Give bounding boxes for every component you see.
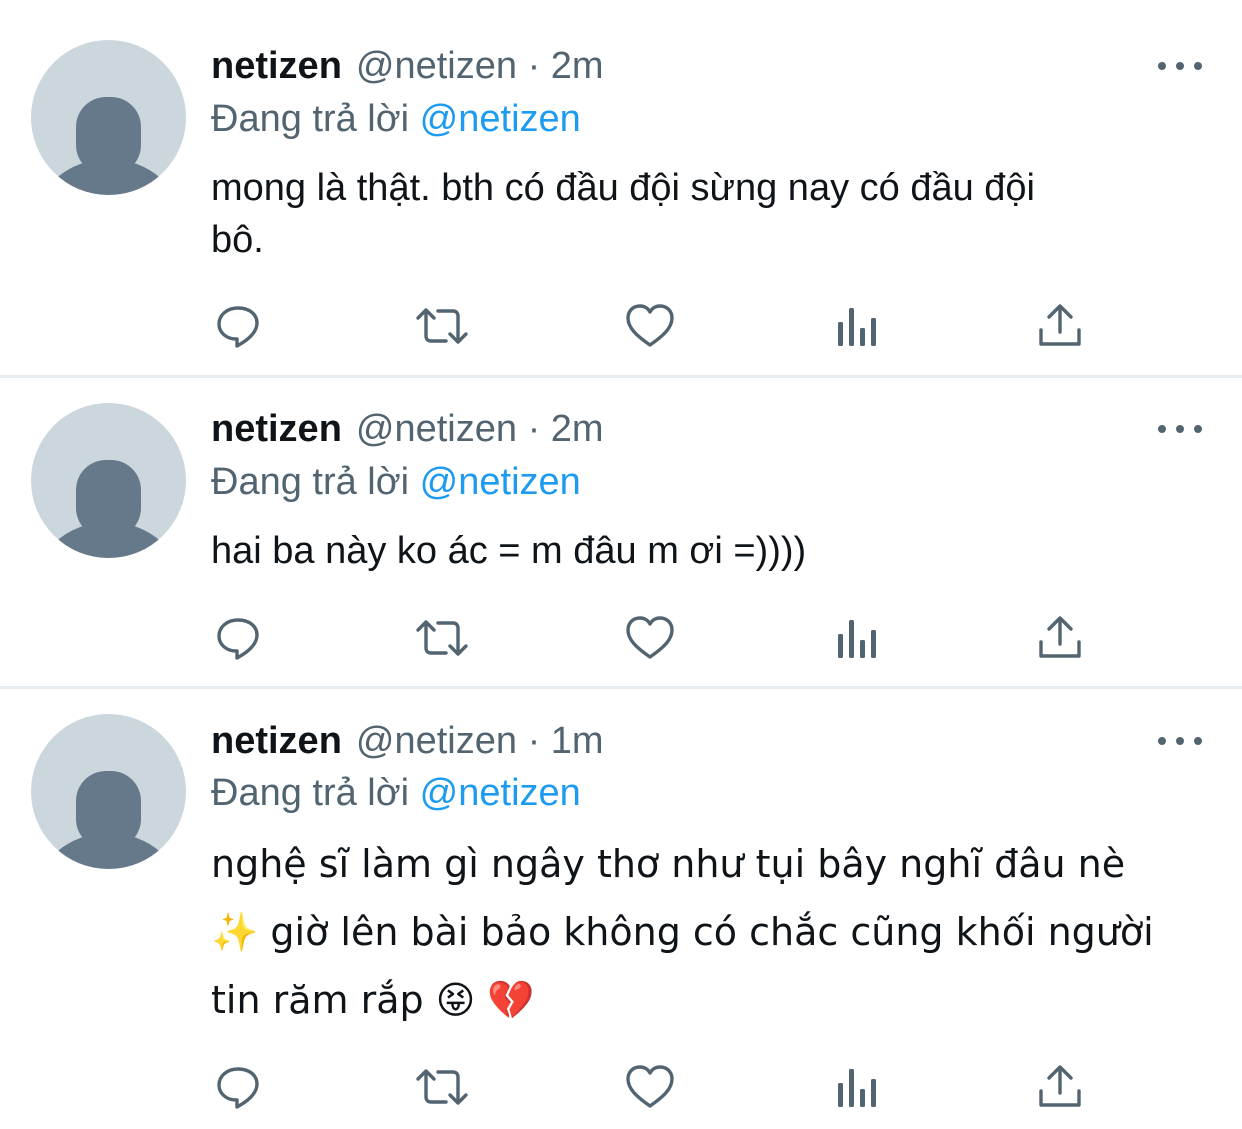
tweet-actions [0, 296, 1242, 356]
avatar[interactable] [31, 403, 186, 558]
reply-icon [217, 306, 259, 348]
more-horizontal-icon [1158, 737, 1166, 745]
heart-icon [626, 304, 674, 347]
tweet[interactable]: netizen @netizen · 1m Đang trả lời @netiz… [0, 689, 1242, 1129]
reply-prefix: Đang trả lời [211, 461, 410, 503]
reply-prefix: Đang trả lời [211, 98, 410, 140]
more-dot [1176, 62, 1184, 70]
more-dot [1176, 737, 1184, 745]
more-options-button[interactable] [1158, 56, 1202, 76]
like-button[interactable] [620, 608, 680, 668]
handle-and-time[interactable]: @netizen · 1m [356, 720, 604, 762]
tweet-header: netizen @netizen · 2m [211, 42, 604, 90]
views-button[interactable] [826, 296, 886, 356]
handle-and-time[interactable]: @netizen · 2m [356, 45, 604, 87]
more-options-button[interactable] [1158, 419, 1202, 439]
tweet[interactable]: netizen @netizen · 2m Đang trả lời @netiz… [0, 378, 1242, 686]
share-icon [1039, 616, 1081, 658]
reply-prefix: Đang trả lời [211, 772, 410, 814]
share-button[interactable] [1030, 608, 1090, 668]
tweet-actions [0, 1057, 1242, 1117]
reply-icon [217, 1067, 259, 1109]
tweet-header: netizen @netizen · 2m [211, 405, 604, 453]
tweet-actions [0, 608, 1242, 668]
avatar[interactable] [31, 714, 186, 869]
retweet-icon [416, 1069, 468, 1105]
reply-handle-link[interactable]: @netizen [420, 461, 581, 503]
analytics-icon [838, 1069, 876, 1107]
display-name[interactable]: netizen [211, 45, 342, 87]
share-icon [1039, 1065, 1081, 1107]
more-horizontal-icon [1158, 62, 1166, 70]
more-dot [1176, 425, 1184, 433]
views-button[interactable] [826, 608, 886, 668]
like-button[interactable] [620, 1057, 680, 1117]
retweet-icon [416, 308, 468, 344]
more-dot [1194, 425, 1202, 433]
retweet-icon [416, 620, 468, 656]
heart-icon [626, 616, 674, 659]
tweet-header: netizen @netizen · 1m [211, 717, 604, 765]
retweet-button[interactable] [412, 1057, 472, 1117]
more-dot [1194, 737, 1202, 745]
analytics-icon [838, 620, 876, 658]
reply-handle-link[interactable]: @netizen [420, 772, 581, 814]
retweet-button[interactable] [412, 296, 472, 356]
reply-context: Đang trả lời @netizen [211, 769, 581, 817]
default-avatar-icon [42, 97, 175, 195]
handle-and-time[interactable]: @netizen · 2m [356, 408, 604, 450]
more-dot [1194, 62, 1202, 70]
reply-button[interactable] [208, 608, 268, 668]
reply-icon [217, 618, 259, 660]
like-button[interactable] [620, 296, 680, 356]
avatar[interactable] [31, 40, 186, 195]
reply-handle-link[interactable]: @netizen [420, 98, 581, 140]
share-button[interactable] [1030, 1057, 1090, 1117]
heart-icon [626, 1065, 674, 1108]
display-name[interactable]: netizen [211, 408, 342, 450]
views-button[interactable] [826, 1057, 886, 1117]
reply-button[interactable] [208, 1057, 268, 1117]
analytics-icon [838, 308, 876, 346]
retweet-button[interactable] [412, 608, 472, 668]
reply-button[interactable] [208, 296, 268, 356]
display-name[interactable]: netizen [211, 720, 342, 762]
tweet[interactable]: netizen @netizen · 2m Đang trả lời @netiz… [0, 0, 1242, 375]
tweet-text: hai ba này ko ác = m đâu m ơi =)))) [211, 530, 807, 572]
share-icon [1039, 304, 1081, 346]
default-avatar-icon [42, 460, 175, 558]
default-avatar-icon [42, 771, 175, 869]
tweet-text: mong là thật. bth có đầu đội sừng nay có… [211, 167, 1035, 261]
reply-context: Đang trả lời @netizen [211, 95, 581, 143]
more-horizontal-icon [1158, 425, 1166, 433]
share-button[interactable] [1030, 296, 1090, 356]
reply-context: Đang trả lời @netizen [211, 458, 581, 506]
more-options-button[interactable] [1158, 731, 1202, 751]
tweet-text: nghệ sĩ làm gì ngây thơ như tụi bây nghĩ… [211, 842, 1154, 1022]
